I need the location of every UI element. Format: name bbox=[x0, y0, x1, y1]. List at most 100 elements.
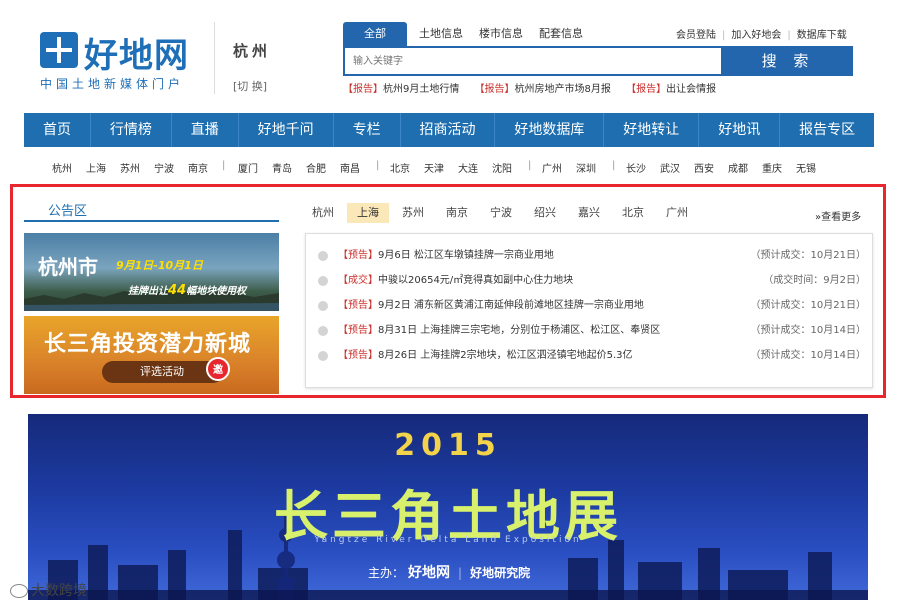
city-link[interactable]: 天津 bbox=[424, 160, 444, 175]
news-tag: 【预告】 bbox=[338, 350, 378, 361]
nav-item-rankings[interactable]: 行情榜 bbox=[91, 113, 172, 147]
city-link[interactable]: 成都 bbox=[728, 160, 748, 175]
site-logo[interactable]: 好地网 中国土地新媒体门户 bbox=[40, 30, 200, 91]
search-tab-facilities[interactable]: 配套信息 bbox=[529, 22, 593, 46]
city-tab-jiaxing[interactable]: 嘉兴 bbox=[571, 203, 607, 223]
city-link[interactable]: 重庆 bbox=[762, 160, 782, 175]
hangzhou-listing-banner[interactable]: 杭州市 9月1日-10月1日 挂牌出让44幅地块使用权 bbox=[24, 233, 279, 311]
link-separator: | bbox=[787, 30, 791, 41]
expo-host: 主办： 好地网 | 好地研究院 bbox=[368, 562, 530, 582]
city-tab-suzhou[interactable]: 苏州 bbox=[395, 203, 431, 223]
city-link[interactable]: 苏州 bbox=[120, 160, 140, 175]
news-time: （预计成交：10月14日） bbox=[750, 350, 866, 361]
banner1-title: 杭州市 bbox=[38, 255, 98, 279]
city-separator: | bbox=[528, 160, 532, 171]
nav-item-home[interactable]: 首页 bbox=[24, 113, 91, 147]
header-links: 会员登陆 | 加入好地会 | 数据库下载 bbox=[676, 26, 847, 41]
nav-item-investment-events[interactable]: 招商活动 bbox=[401, 113, 496, 147]
news-row[interactable]: 【成交】中骏以20654元/㎡竞得真如副中心住力地块 （成交时间：9月2日） bbox=[318, 273, 866, 289]
nav-item-columns[interactable]: 专栏 bbox=[334, 113, 401, 147]
switch-city-link[interactable]: [切 换] bbox=[233, 78, 267, 94]
city-separator: | bbox=[222, 160, 226, 171]
city-link[interactable]: 武汉 bbox=[660, 160, 680, 175]
city-tab-guangzhou[interactable]: 广州 bbox=[659, 203, 695, 223]
report-text: 出让会情报 bbox=[666, 84, 717, 95]
bullet-icon bbox=[318, 326, 328, 336]
login-link[interactable]: 会员登陆 bbox=[676, 30, 716, 41]
nav-item-transfer[interactable]: 好地转让 bbox=[604, 113, 700, 147]
city-link[interactable]: 南昌 bbox=[340, 160, 360, 175]
city-tab-beijing[interactable]: 北京 bbox=[615, 203, 651, 223]
city-link[interactable]: 西安 bbox=[694, 160, 714, 175]
host-institute: 好地研究院 bbox=[470, 566, 531, 580]
search-tab-all[interactable]: 全部 bbox=[343, 22, 407, 46]
banner1-count: 44 bbox=[168, 283, 187, 298]
logo-tagline: 中国土地新媒体门户 bbox=[40, 77, 185, 91]
city-tab-ningbo[interactable]: 宁波 bbox=[483, 203, 519, 223]
database-download-link[interactable]: 数据库下载 bbox=[797, 30, 847, 41]
search-tab-land[interactable]: 土地信息 bbox=[409, 22, 473, 46]
news-text: 8月31日 上海挂牌三宗宅地，分别位于杨浦区、松江区、奉贤区 bbox=[378, 325, 661, 336]
city-link[interactable]: 上海 bbox=[86, 160, 106, 175]
news-row[interactable]: 【预告】8月31日 上海挂牌三宗宅地，分别位于杨浦区、松江区、奉贤区 （预计成交… bbox=[318, 323, 866, 339]
nav-item-news[interactable]: 好地讯 bbox=[699, 113, 781, 147]
notice-section-title: 公告区 bbox=[48, 204, 88, 219]
city-link[interactable]: 厦门 bbox=[238, 160, 258, 175]
city-link[interactable]: 深圳 bbox=[576, 160, 596, 175]
report-text: 杭州房地产市场8月报 bbox=[514, 84, 611, 95]
city-tab-nanjing[interactable]: 南京 bbox=[439, 203, 475, 223]
banner1-sub-suffix: 幅地块使用权 bbox=[186, 286, 247, 297]
join-link[interactable]: 加入好地会 bbox=[731, 30, 781, 41]
report-link[interactable]: 【报告】出让会情报 bbox=[626, 84, 716, 95]
yrd-new-city-banner[interactable]: 长三角投资潜力新城 评选活动 邀 bbox=[24, 316, 279, 394]
city-link[interactable]: 北京 bbox=[390, 160, 410, 175]
news-row[interactable]: 【预告】9月6日 松江区车墩镇挂牌一宗商业用地 （预计成交：10月21日） bbox=[318, 248, 866, 264]
news-row[interactable]: 【预告】8月26日 上海挂牌2宗地块，松江区泗泾镇宅地起价5.3亿 （预计成交：… bbox=[318, 348, 866, 364]
news-tag: 【预告】 bbox=[338, 325, 378, 336]
report-link[interactable]: 【报告】杭州房地产市场8月报 bbox=[475, 84, 611, 95]
news-tag: 【成交】 bbox=[338, 275, 378, 286]
news-text: 9月6日 松江区车墩镇挂牌一宗商业用地 bbox=[378, 250, 554, 261]
news-time: （成交时间：9月2日） bbox=[763, 275, 866, 286]
notice-title-underline bbox=[24, 220, 279, 222]
city-tab-shanghai[interactable]: 上海 bbox=[347, 203, 389, 223]
bullet-icon bbox=[318, 301, 328, 311]
search-tab-property[interactable]: 楼市信息 bbox=[469, 22, 533, 46]
news-row[interactable]: 【预告】9月2日 浦东新区黄浦江南延伸段前滩地区挂牌一宗商业用地 （预计成交：1… bbox=[318, 298, 866, 314]
nav-item-database[interactable]: 好地数据库 bbox=[495, 113, 605, 147]
nav-item-qa[interactable]: 好地千问 bbox=[239, 113, 334, 147]
land-expo-banner[interactable]: 2015 长三角土地展 Yangtze River Delta Land Exp… bbox=[28, 414, 868, 600]
search-input[interactable] bbox=[345, 48, 721, 74]
city-link[interactable]: 南京 bbox=[188, 160, 208, 175]
city-link[interactable]: 宁波 bbox=[154, 160, 174, 175]
news-time: （预计成交：10月21日） bbox=[750, 300, 866, 311]
search-button[interactable]: 搜 索 bbox=[723, 46, 853, 76]
city-link[interactable]: 大连 bbox=[458, 160, 478, 175]
banner1-sub-prefix: 挂牌出让 bbox=[128, 286, 168, 297]
invite-badge-icon: 邀 bbox=[206, 357, 230, 381]
header-divider bbox=[214, 22, 215, 94]
city-link[interactable]: 合肥 bbox=[306, 160, 326, 175]
report-links: 【报告】杭州9月土地行情 【报告】杭州房地产市场8月报 【报告】出让会情报 bbox=[343, 80, 728, 95]
bullet-icon bbox=[318, 351, 328, 361]
city-tab-shaoxing[interactable]: 绍兴 bbox=[527, 203, 563, 223]
city-link[interactable]: 沈阳 bbox=[492, 160, 512, 175]
city-link[interactable]: 广州 bbox=[542, 160, 562, 175]
view-more-link[interactable]: »查看更多 bbox=[815, 208, 861, 223]
site-header: 好地网 中国土地新媒体门户 杭州 [切 换] 全部 土地信息 楼市信息 配套信息… bbox=[0, 0, 900, 108]
city-link[interactable]: 无锡 bbox=[796, 160, 816, 175]
city-link[interactable]: 青岛 bbox=[272, 160, 292, 175]
nav-item-reports[interactable]: 报告专区 bbox=[780, 113, 874, 147]
host-label: 主办： bbox=[368, 566, 405, 580]
news-title: 【成交】中骏以20654元/㎡竞得真如副中心住力地块 bbox=[338, 273, 573, 289]
logo-text: 好地网 bbox=[84, 36, 189, 76]
city-link[interactable]: 长沙 bbox=[626, 160, 646, 175]
banner2-title: 长三角投资潜力新城 bbox=[44, 332, 252, 357]
city-link[interactable]: 杭州 bbox=[52, 160, 72, 175]
report-link[interactable]: 【报告】杭州9月土地行情 bbox=[343, 84, 459, 95]
city-tab-hangzhou[interactable]: 杭州 bbox=[305, 203, 341, 223]
main-nav: 首页 行情榜 直播 好地千问 专栏 招商活动 好地数据库 好地转让 好地讯 报告… bbox=[24, 113, 874, 147]
city-separator: | bbox=[376, 160, 380, 171]
news-tag: 【预告】 bbox=[338, 250, 378, 261]
nav-item-live[interactable]: 直播 bbox=[172, 113, 239, 147]
